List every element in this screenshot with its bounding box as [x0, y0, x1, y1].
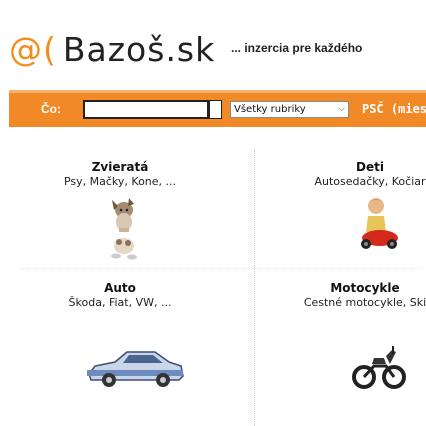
search-query-label: Čo: [41, 102, 61, 116]
search-bar: Čo: Všetky rubriky ⌵ PSČ (mies [9, 90, 426, 127]
category-title[interactable]: Deti [290, 160, 426, 175]
search-submit-button[interactable] [209, 100, 222, 119]
site-header: @(Bazoš.sk ... inzercia pre každého [0, 0, 426, 86]
category-subtitle: Škoda, Fiat, VW, ... [68, 296, 172, 309]
category-title[interactable]: Zvieratá [40, 160, 200, 175]
search-input[interactable] [83, 100, 209, 119]
kids-icon[interactable] [356, 196, 402, 250]
category-card-auto[interactable]: Auto Škoda, Fiat, VW, ... [40, 281, 200, 310]
logo-text: Bazoš.sk [62, 30, 216, 69]
logo-mark: @( [9, 30, 57, 69]
category-title[interactable]: Auto [40, 281, 200, 296]
category-subtitle: Psy, Mačky, Kone, ... [63, 175, 177, 188]
category-select[interactable]: Všetky rubriky ⌵ [230, 101, 349, 118]
car-icon[interactable] [85, 348, 185, 388]
column-divider [254, 150, 255, 426]
motorcycle-icon[interactable] [352, 344, 406, 390]
psc-label: PSČ (mies [362, 102, 426, 116]
category-title[interactable]: Motocykle [285, 281, 426, 296]
category-card-kids[interactable]: Deti Autosedačky, Kočiar [290, 160, 426, 189]
category-subtitle: Autosedačky, Kočiar [314, 175, 426, 188]
category-card-motorcycle[interactable]: Motocykle Cestné motocykle, Ski [285, 281, 426, 310]
site-tagline: ... inzercia pre každého [231, 41, 363, 55]
site-logo[interactable]: @(Bazoš.sk [9, 30, 215, 70]
category-card-animals[interactable]: Zvieratá Psy, Mačky, Kone, ... [40, 160, 200, 189]
chevron-down-icon: ⌵ [338, 104, 345, 114]
row-divider [20, 268, 420, 269]
animals-icon[interactable] [104, 196, 148, 262]
category-subtitle: Cestné motocykle, Ski [303, 296, 426, 309]
category-select-value: Všetky rubriky [234, 104, 306, 115]
